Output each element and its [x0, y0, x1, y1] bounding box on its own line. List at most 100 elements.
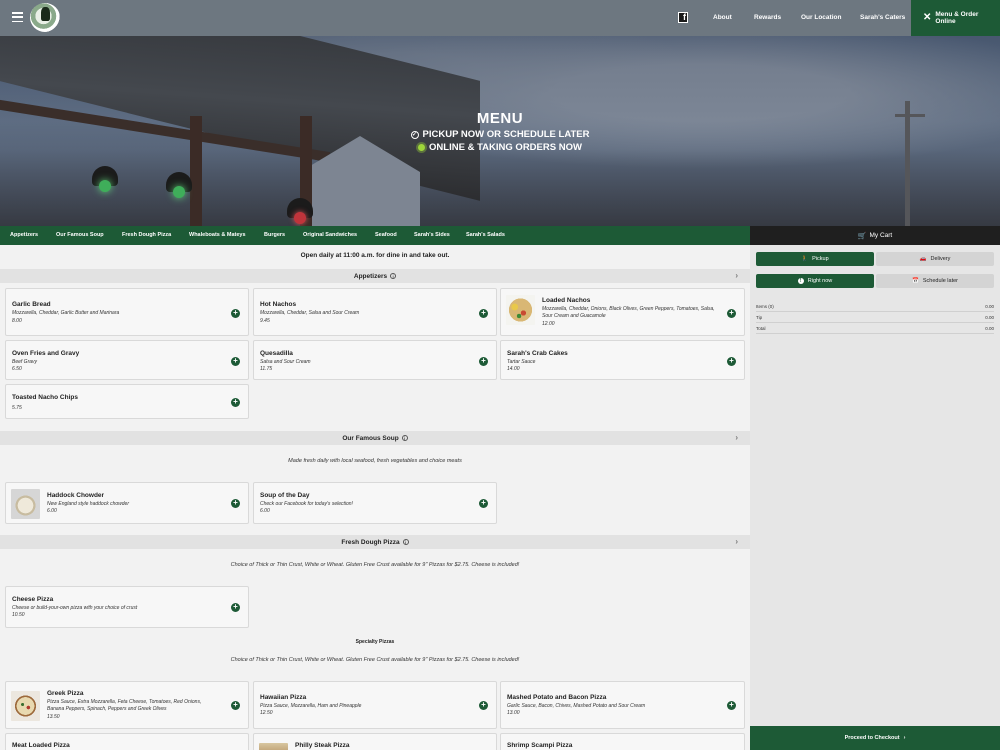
hero-banner: MENU ✓ PICKUP NOW OR SCHEDULE LATER ONLI…: [0, 36, 1000, 226]
item-name: Hawaiian Pizza: [260, 694, 307, 701]
hero-line2-text: ONLINE & TAKING ORDERS NOW: [429, 142, 582, 153]
info-icon[interactable]: i: [402, 539, 409, 545]
add-to-cart-icon[interactable]: +: [231, 308, 240, 318]
section-header-pizza[interactable]: Fresh Dough Pizza i ›: [0, 535, 750, 549]
menu-item-card[interactable]: Loaded Nachos Mozzarella, Cheddar, Onion…: [500, 288, 745, 336]
add-to-cart-icon[interactable]: +: [479, 356, 488, 366]
facebook-icon[interactable]: f: [678, 12, 688, 23]
specialty-note: Choice of Thick or Thin Crust, White or …: [230, 657, 520, 663]
tab-burgers[interactable]: Burgers: [264, 226, 285, 245]
soup-note: Made fresh daily with local seafood, fre…: [288, 458, 462, 464]
chevron-right-icon[interactable]: ›: [735, 433, 738, 442]
item-description: Check our Facebook for today's selection…: [260, 501, 353, 507]
tab-whaleboats-mateys[interactable]: Whaleboats & Mateys: [189, 226, 246, 245]
item-description: New England style haddock chowder: [47, 501, 129, 507]
restaurant-logo[interactable]: [30, 3, 60, 32]
item-name: Soup of the Day: [260, 492, 310, 499]
nav-sarahs-caters[interactable]: Sarah's Caters: [860, 0, 905, 36]
menu-item-card[interactable]: Philly Steak Pizza: [253, 733, 497, 750]
menu-item-card[interactable]: Garlic Bread Mozzarella, Cheddar, Garlic…: [5, 288, 249, 336]
menu-item-card[interactable]: Soup of the Day Check our Facebook for t…: [253, 482, 497, 524]
add-to-cart-icon[interactable]: +: [231, 397, 240, 407]
nav-about[interactable]: About: [713, 0, 732, 36]
item-name: Garlic Bread: [12, 301, 51, 308]
delivery-option-button[interactable]: 🚗 Delivery: [876, 252, 994, 266]
menu-item-card[interactable]: Shrimp Scampi Pizza: [500, 733, 745, 750]
hero-line-online: ONLINE & TAKING ORDERS NOW: [0, 142, 1000, 153]
shopping-cart-icon: 🛒: [857, 232, 867, 240]
item-description: Cheese or build-your-own pizza with your…: [12, 605, 138, 611]
add-to-cart-icon[interactable]: +: [727, 356, 736, 366]
nav-rewards[interactable]: Rewards: [754, 0, 781, 36]
tab-fresh-dough-pizza[interactable]: Fresh Dough Pizza: [122, 226, 171, 245]
tab-our-famous-soup[interactable]: Our Famous Soup: [56, 226, 104, 245]
info-icon[interactable]: i: [401, 435, 408, 441]
hamburger-menu-icon[interactable]: [12, 12, 23, 22]
item-name: Sarah's Crab Cakes: [507, 350, 568, 357]
cart-title: My Cart: [869, 232, 893, 239]
hero-line-pickup: ✓ PICKUP NOW OR SCHEDULE LATER: [0, 129, 1000, 140]
item-description: Pizza Sauce, Mozzarella, Ham and Pineapp…: [260, 703, 362, 709]
cart-panel: 🛒 My Cart 🚶 Pickup 🚗 Delivery ! Right no…: [750, 226, 1000, 750]
greek-pizza-photo: [11, 691, 40, 721]
tab-sarahs-salads[interactable]: Sarah's Salads: [466, 226, 505, 245]
specialty-pizzas-heading: Specialty Pizzas: [355, 639, 395, 645]
hero-line1-text: PICKUP NOW OR SCHEDULE LATER: [422, 129, 590, 140]
menu-order-online-button[interactable]: ✕ Menu & Order Online: [911, 0, 1000, 36]
add-to-cart-icon[interactable]: +: [479, 308, 488, 318]
menu-item-card[interactable]: Cheese Pizza Cheese or build-your-own pi…: [5, 586, 249, 628]
item-description: Mozzarella, Cheddar, Onions, Black Olive…: [542, 306, 715, 319]
item-price: 13.00: [507, 710, 520, 716]
item-price: 12.50: [260, 710, 273, 716]
hero-lamp: [166, 172, 192, 198]
add-to-cart-icon[interactable]: +: [479, 700, 488, 710]
menu-item-card[interactable]: Hawaiian Pizza Pizza Sauce, Mozzarella, …: [253, 681, 497, 729]
menu-item-card[interactable]: Mashed Potato and Bacon Pizza Garlic Sau…: [500, 681, 745, 729]
pickup-option-button[interactable]: 🚶 Pickup: [756, 252, 874, 266]
section-title: Appetizers: [353, 272, 388, 280]
menu-item-card[interactable]: Sarah's Crab Cakes Tartar Sauce 14.00 +: [500, 340, 745, 380]
add-to-cart-icon[interactable]: +: [727, 308, 736, 318]
add-to-cart-icon[interactable]: +: [231, 498, 240, 508]
philly-steak-pizza-photo: [259, 743, 288, 750]
tab-sarahs-sides[interactable]: Sarah's Sides: [414, 226, 450, 245]
online-status-icon: [418, 144, 426, 151]
menu-item-card[interactable]: Oven Fries and Gravy Beef Gravy 6.50 +: [5, 340, 249, 380]
item-name: Haddock Chowder: [47, 492, 105, 499]
item-price: 10.50: [12, 612, 25, 618]
schedule-later-option-button[interactable]: 📅 Schedule later: [876, 274, 994, 288]
nav-our-location[interactable]: Our Location: [801, 0, 841, 36]
menu-item-card[interactable]: Greek Pizza Pizza Sauce, Extra Mozzarell…: [5, 681, 249, 729]
menu-item-card[interactable]: Toasted Nacho Chips 5.75 +: [5, 384, 249, 419]
check-circle-icon: ✓: [410, 130, 419, 139]
cart-header: 🛒 My Cart: [750, 226, 1000, 245]
chevron-right-icon[interactable]: ›: [735, 271, 738, 280]
section-header-soup[interactable]: Our Famous Soup i ›: [0, 431, 750, 445]
add-to-cart-icon[interactable]: +: [231, 700, 240, 710]
right-now-label: Right now: [807, 278, 833, 284]
item-price: 8.00: [12, 318, 22, 324]
item-price: 13.50: [47, 714, 60, 720]
menu-item-card[interactable]: Quesadilla Salsa and Sour Cream 11.75 +: [253, 340, 497, 380]
hours-notice: Open daily at 11:00 a.m. for dine in and…: [300, 252, 450, 259]
item-description: Mozzarella, Cheddar, Salsa and Sour Crea…: [260, 310, 360, 316]
chevron-right-icon[interactable]: ›: [735, 537, 738, 546]
tab-appetizers[interactable]: Appetizers: [10, 226, 38, 245]
add-to-cart-icon[interactable]: +: [231, 602, 240, 612]
tab-seafood[interactable]: Seafood: [375, 226, 397, 245]
right-now-option-button[interactable]: ! Right now: [756, 274, 874, 288]
car-icon: 🚗: [919, 256, 927, 262]
menu-item-card[interactable]: Haddock Chowder New England style haddoc…: [5, 482, 249, 524]
menu-item-card[interactable]: Hot Nachos Mozzarella, Cheddar, Salsa an…: [253, 288, 497, 336]
add-to-cart-icon[interactable]: +: [727, 700, 736, 710]
menu-item-card[interactable]: Meat Loaded Pizza: [5, 733, 249, 750]
info-icon[interactable]: i: [390, 273, 397, 279]
add-to-cart-icon[interactable]: +: [231, 356, 240, 366]
section-header-appetizers[interactable]: Appetizers i ›: [0, 269, 750, 283]
proceed-to-checkout-button[interactable]: Proceed to Checkout ›: [750, 726, 1000, 750]
item-name: Toasted Nacho Chips: [12, 394, 78, 401]
item-name: Quesadilla: [260, 350, 293, 357]
tab-original-sandwiches[interactable]: Original Sandwiches: [303, 226, 357, 245]
schedule-later-label: Schedule later: [922, 278, 959, 284]
add-to-cart-icon[interactable]: +: [479, 498, 488, 508]
